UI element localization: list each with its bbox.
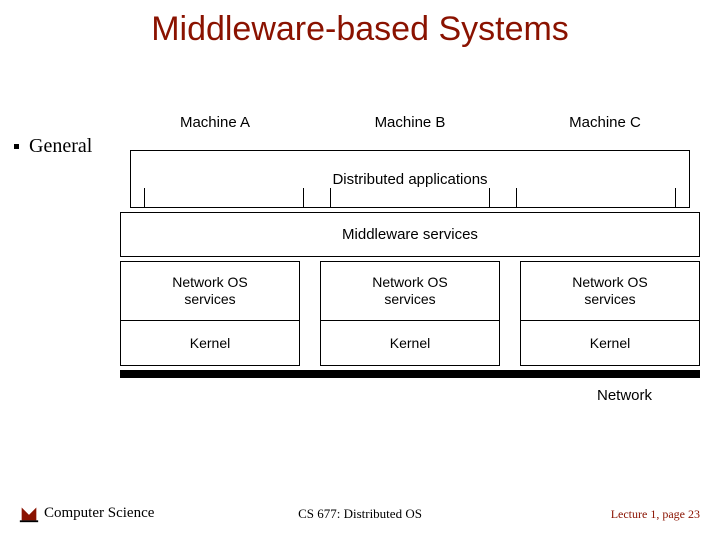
network-label: Network xyxy=(597,387,652,404)
page-label: Lecture 1, page 23 xyxy=(611,507,700,522)
machine-labels: Machine A Machine B Machine C xyxy=(140,114,680,131)
os-columns: Network OSservices Kernel Network OSserv… xyxy=(120,261,700,366)
bullet-item: General xyxy=(14,135,92,158)
slide-title: Middleware-based Systems xyxy=(0,10,720,49)
netos-box-a: Network OSservices xyxy=(120,261,300,321)
machine-c-label: Machine C xyxy=(530,114,680,131)
column-a: Network OSservices Kernel xyxy=(120,261,300,366)
netos-box-c: Network OSservices xyxy=(520,261,700,321)
bullet-icon xyxy=(14,144,19,149)
kernel-box-c: Kernel xyxy=(520,321,700,366)
footer: Computer Science CS 677: Distributed OS … xyxy=(0,500,720,524)
netos-box-b: Network OSservices xyxy=(320,261,500,321)
kernel-box-a: Kernel xyxy=(120,321,300,366)
network-bar xyxy=(120,370,700,378)
architecture-diagram: Distributed applications Middleware serv… xyxy=(120,150,700,378)
slide: Middleware-based Systems General Machine… xyxy=(0,0,720,540)
kernel-box-b: Kernel xyxy=(320,321,500,366)
apps-split-b xyxy=(330,188,490,208)
bullet-text: General xyxy=(29,135,92,158)
column-b: Network OSservices Kernel xyxy=(320,261,500,366)
apps-split-a xyxy=(144,188,304,208)
apps-split-c xyxy=(516,188,676,208)
column-c: Network OSservices Kernel xyxy=(520,261,700,366)
middleware-box: Middleware services xyxy=(120,212,700,257)
machine-b-label: Machine B xyxy=(335,114,485,131)
machine-a-label: Machine A xyxy=(140,114,290,131)
apps-layer: Distributed applications xyxy=(120,150,700,208)
